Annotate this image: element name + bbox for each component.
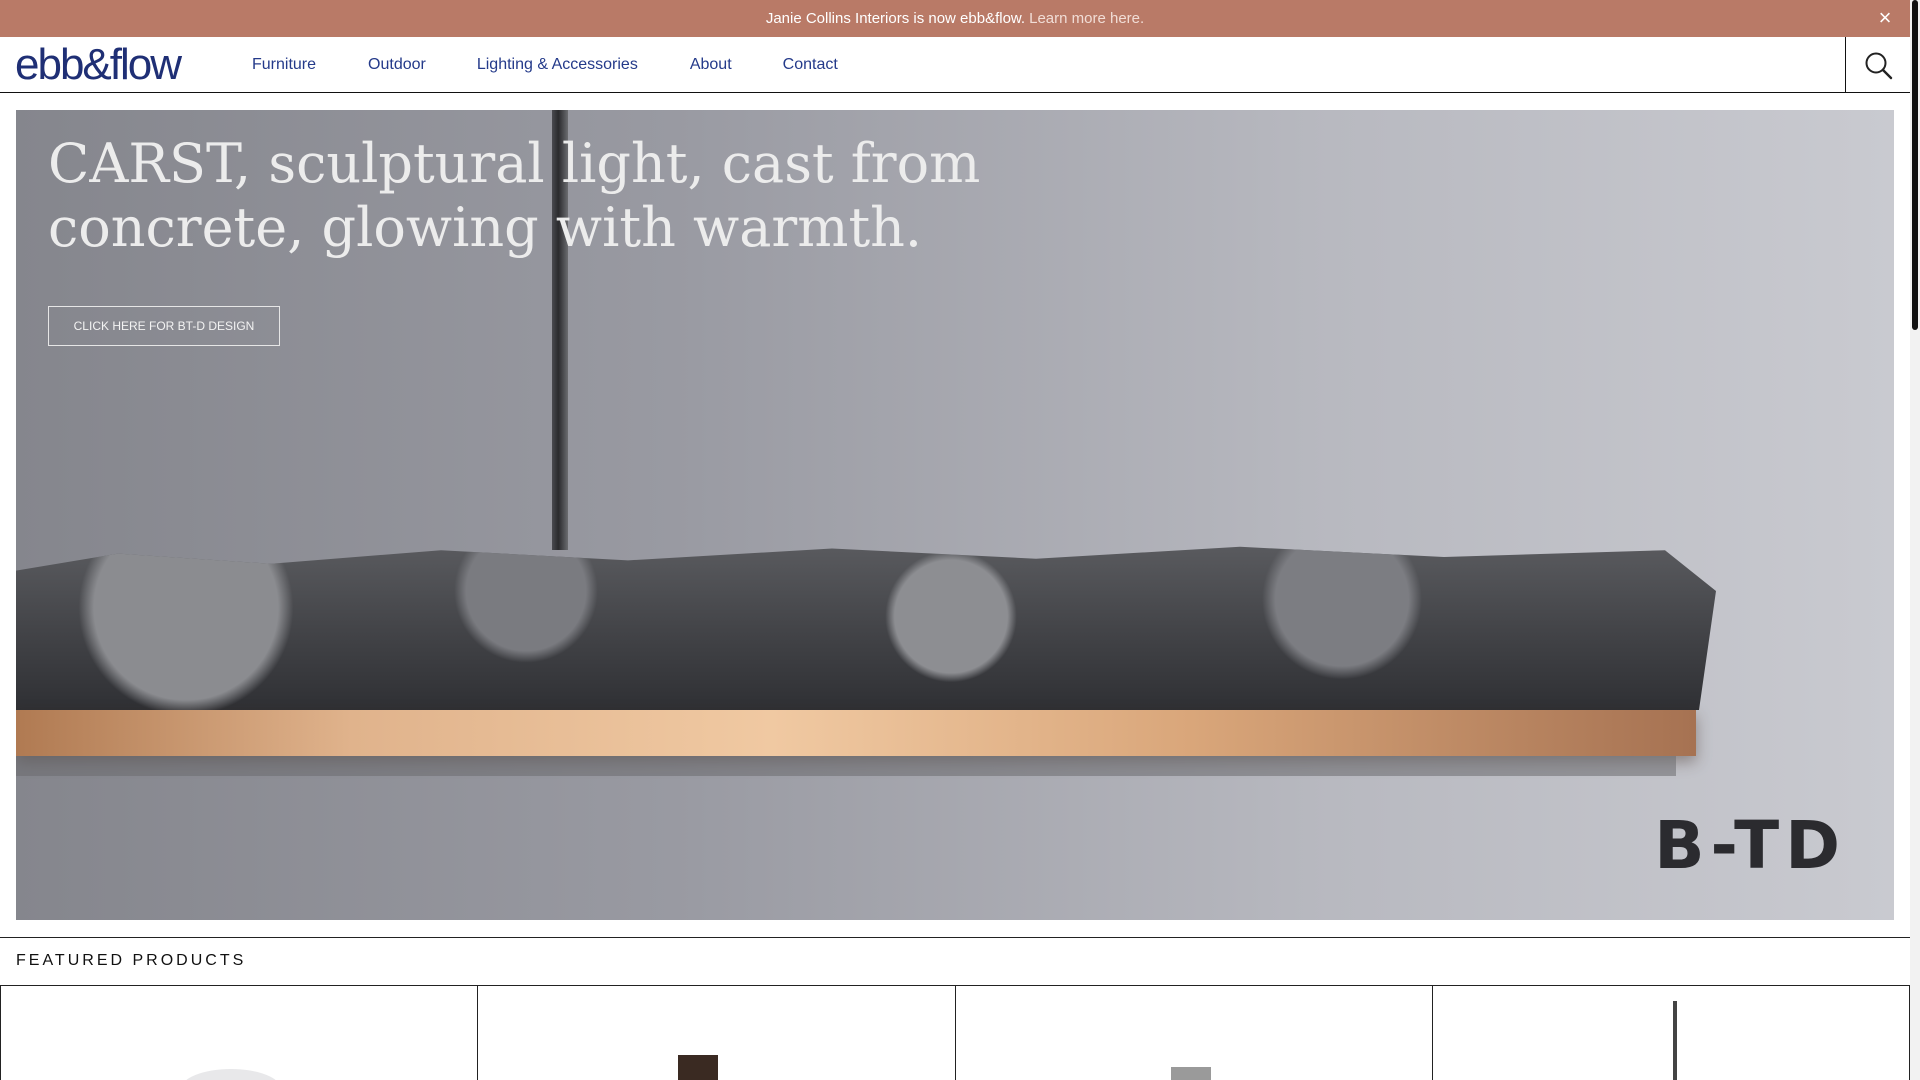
site-header: ebb&flow Furniture Outdoor Lighting & Ac… [0,37,1910,93]
announcement-text: Janie Collins Interiors is now ebb&flow. [765,10,1026,27]
nav-item-furniture[interactable]: Furniture [252,56,316,74]
nav-item-outdoor[interactable]: Outdoor [368,56,426,74]
hero-headline: CARST, sculptural light, cast from concr… [48,132,981,259]
featured-products-title: FEATURED PRODUCTS [16,952,247,969]
product-card-2[interactable] [477,985,954,1080]
nav-item-about[interactable]: About [690,56,732,74]
search-button[interactable] [1845,37,1910,92]
page-scrollbar[interactable] [1910,0,1920,1080]
concrete-light-image [16,546,1716,710]
hero-banner[interactable]: CARST, sculptural light, cast from concr… [16,110,1894,920]
search-icon [1865,52,1893,79]
product-image [181,1069,281,1080]
announcement-bar: Janie Collins Interiors is now ebb&flow.… [0,0,1910,37]
announcement-learn-more-link[interactable]: Learn more here. [1029,10,1144,27]
light-underside-image [16,756,1676,776]
product-image [1672,1001,1677,1080]
brand-watermark-logo: B-TD [1654,807,1846,884]
product-image [1170,1067,1211,1080]
light-glow-image [16,710,1696,756]
scrollbar-thumb[interactable] [1912,0,1918,330]
main-nav: Furniture Outdoor Lighting & Accessories… [252,37,838,92]
product-card-1[interactable] [0,985,477,1080]
site-logo[interactable]: ebb&flow [15,41,182,89]
section-divider-top [0,937,1910,938]
product-card-3[interactable] [954,985,1432,1080]
close-icon[interactable]: × [1874,7,1896,29]
nav-item-lighting-accessories[interactable]: Lighting & Accessories [477,56,638,74]
product-image [678,1055,719,1080]
hero-cta-button[interactable]: CLICK HERE FOR BT-D DESIGN [48,306,280,346]
nav-item-contact[interactable]: Contact [783,56,838,74]
product-card-4[interactable] [1431,985,1910,1080]
featured-products-grid [0,985,1910,1080]
